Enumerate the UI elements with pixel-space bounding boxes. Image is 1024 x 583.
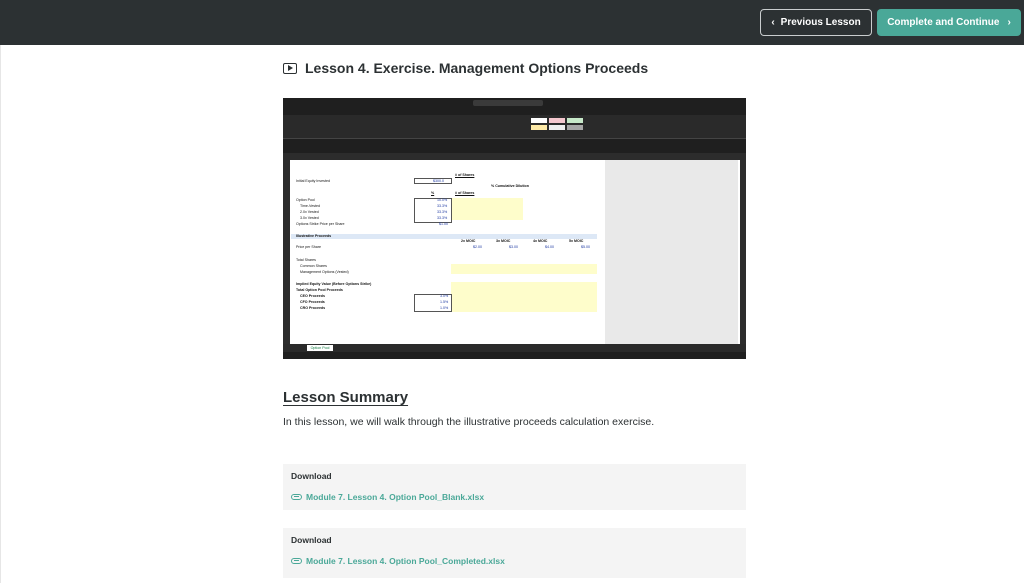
excel-sheet-tab: Option Pool bbox=[307, 345, 333, 351]
excel-style-bad bbox=[549, 118, 565, 123]
paperclip-icon bbox=[291, 558, 302, 564]
excel-sheet-tabs bbox=[283, 344, 746, 352]
excel-text: $4.00 bbox=[545, 245, 554, 249]
download-file-name: Module 7. Lesson 4. Option Pool_Blank.xl… bbox=[306, 492, 485, 502]
download-label: Download bbox=[291, 471, 332, 481]
excel-text: Time-Vested bbox=[300, 204, 321, 208]
excel-text: $2.00 bbox=[473, 245, 482, 249]
excel-text: % bbox=[431, 191, 435, 195]
excel-style-check bbox=[567, 125, 583, 130]
top-navigation-bar: ‹ Previous Lesson Complete and Continue … bbox=[0, 0, 1024, 45]
excel-text: 10.0% bbox=[437, 198, 448, 202]
excel-section-band bbox=[291, 234, 597, 239]
excel-text: % Cumulative Dilution bbox=[491, 184, 529, 188]
excel-style-normal bbox=[531, 118, 547, 123]
sidebar-divider bbox=[0, 45, 1, 583]
excel-text: CRO Proceeds bbox=[300, 306, 326, 310]
excel-text: # of Shares bbox=[455, 191, 475, 195]
download-box: Download Module 7. Lesson 4. Option Pool… bbox=[283, 464, 746, 510]
excel-text: 3x MOIC bbox=[496, 239, 511, 243]
excel-menu-bar bbox=[283, 107, 746, 115]
complete-and-continue-label: Complete and Continue bbox=[887, 17, 1000, 28]
excel-text: Initial Equity Invested bbox=[296, 179, 330, 183]
excel-text: $300.0 bbox=[433, 179, 444, 183]
excel-vertical-scrollbar bbox=[740, 160, 746, 344]
excel-text: Option Pool bbox=[296, 198, 315, 202]
excel-column-headers bbox=[283, 153, 746, 160]
lesson-summary-title: Lesson Summary bbox=[283, 389, 409, 406]
spreadsheet-screenshot: # of Shares Initial Equity Invested $300… bbox=[283, 98, 746, 359]
chevron-right-icon: › bbox=[1007, 16, 1011, 28]
excel-text: $1.00 bbox=[439, 222, 448, 226]
excel-text: Illustrative Proceeds bbox=[296, 234, 332, 238]
excel-text: Common Shares bbox=[300, 264, 327, 268]
excel-text: Total Option Pool Proceeds bbox=[296, 288, 343, 292]
excel-row-headers bbox=[283, 160, 290, 344]
chevron-left-icon: ‹ bbox=[771, 16, 775, 28]
excel-text: $5.00 bbox=[581, 245, 590, 249]
excel-text: CEO Proceeds bbox=[300, 294, 325, 298]
download-link-blank[interactable]: Module 7. Lesson 4. Option Pool_Blank.xl… bbox=[291, 492, 484, 502]
excel-text: 3.0x Vested bbox=[300, 216, 319, 220]
excel-style-good bbox=[567, 118, 583, 123]
excel-text: 4x MOIC bbox=[533, 239, 548, 243]
excel-text: 3.0% bbox=[440, 294, 449, 298]
excel-text: Options Strike Price per Share bbox=[296, 222, 345, 226]
download-box: Download Module 7. Lesson 4. Option Pool… bbox=[283, 528, 746, 578]
excel-text: 1.5% bbox=[440, 300, 449, 304]
previous-lesson-button[interactable]: ‹ Previous Lesson bbox=[760, 9, 872, 36]
excel-yellow-block-2 bbox=[451, 264, 597, 274]
download-file-name: Module 7. Lesson 4. Option Pool_Complete… bbox=[306, 556, 505, 566]
download-link-completed[interactable]: Module 7. Lesson 4. Option Pool_Complete… bbox=[291, 556, 505, 566]
lesson-header: Lesson 4. Exercise. Management Options P… bbox=[283, 60, 648, 76]
excel-text: 33.3% bbox=[437, 216, 448, 220]
excel-ribbon bbox=[283, 115, 746, 139]
complete-and-continue-button[interactable]: Complete and Continue › bbox=[877, 9, 1021, 36]
previous-lesson-label: Previous Lesson bbox=[780, 17, 861, 28]
excel-yellow-block-1 bbox=[451, 198, 523, 220]
excel-text: 2x MOIC bbox=[461, 239, 476, 243]
video-icon bbox=[283, 62, 297, 74]
excel-text: Management Options (Vested) bbox=[300, 270, 349, 274]
excel-formula-bar bbox=[283, 139, 746, 147]
paperclip-icon bbox=[291, 494, 302, 500]
excel-style-calc bbox=[549, 125, 565, 130]
excel-text: Implied Equity Value (Before Options Str… bbox=[296, 282, 372, 286]
excel-text: 33.3% bbox=[437, 204, 448, 208]
excel-style-neutral bbox=[531, 125, 547, 130]
excel-text: $3.00 bbox=[509, 245, 518, 249]
excel-text: 5x MOIC bbox=[569, 239, 584, 243]
excel-unused-area bbox=[605, 160, 738, 344]
excel-text: # of Shares bbox=[455, 173, 475, 177]
lesson-title: Lesson 4. Exercise. Management Options P… bbox=[305, 60, 649, 76]
excel-search-box bbox=[473, 100, 543, 106]
excel-text: Total Shares bbox=[296, 258, 316, 262]
excel-text: 2.0x Vested bbox=[300, 210, 319, 214]
excel-text: 33.3% bbox=[437, 210, 448, 214]
excel-text: 1.0% bbox=[440, 306, 449, 310]
excel-status-bar bbox=[283, 352, 746, 359]
excel-text: Price per Share bbox=[296, 245, 321, 249]
excel-yellow-block-3 bbox=[451, 282, 597, 312]
excel-text: CFO Proceeds bbox=[300, 300, 325, 304]
lesson-summary-text: In this lesson, we will walk through the… bbox=[283, 416, 655, 428]
download-label: Download bbox=[291, 535, 332, 545]
